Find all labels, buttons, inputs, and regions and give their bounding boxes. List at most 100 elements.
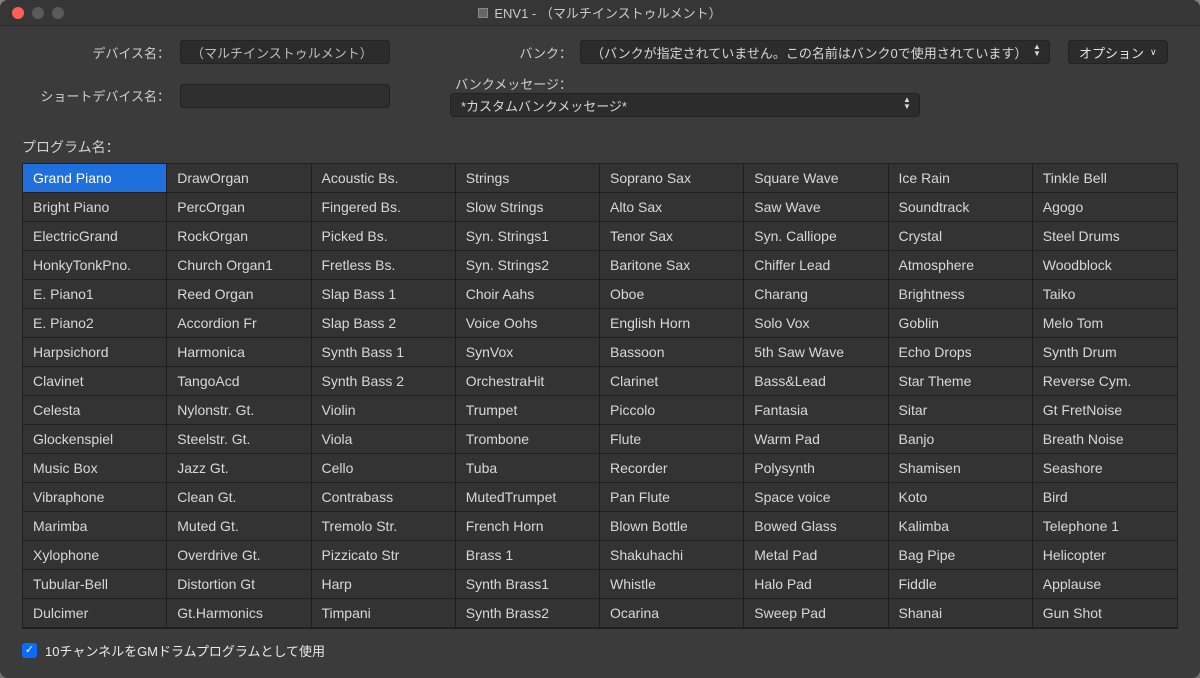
program-cell[interactable]: Bowed Glass xyxy=(744,512,888,541)
program-cell[interactable]: PercOrgan xyxy=(167,193,311,222)
program-cell[interactable]: Synth Bass 2 xyxy=(312,367,456,396)
program-cell[interactable]: Sitar xyxy=(889,396,1033,425)
program-cell[interactable]: Solo Vox xyxy=(744,309,888,338)
program-cell[interactable]: Harp xyxy=(312,570,456,599)
program-cell[interactable]: Xylophone xyxy=(23,541,167,570)
program-cell[interactable]: Star Theme xyxy=(889,367,1033,396)
program-cell[interactable]: Clarinet xyxy=(600,367,744,396)
program-cell[interactable]: Warm Pad xyxy=(744,425,888,454)
program-cell[interactable]: Helicopter xyxy=(1033,541,1177,570)
program-cell[interactable]: Sweep Pad xyxy=(744,599,888,628)
program-cell[interactable]: Harpsichord xyxy=(23,338,167,367)
program-cell[interactable]: Jazz Gt. xyxy=(167,454,311,483)
program-cell[interactable]: Clavinet xyxy=(23,367,167,396)
gm-drum-checkbox[interactable]: ✓ xyxy=(22,643,37,658)
program-cell[interactable]: Syn. Strings2 xyxy=(456,251,600,280)
program-cell[interactable]: Glockenspiel xyxy=(23,425,167,454)
program-cell[interactable]: Brightness xyxy=(889,280,1033,309)
program-cell[interactable]: Saw Wave xyxy=(744,193,888,222)
program-cell[interactable]: Ocarina xyxy=(600,599,744,628)
program-cell[interactable]: Viola xyxy=(312,425,456,454)
program-cell[interactable]: Synth Drum xyxy=(1033,338,1177,367)
program-cell[interactable]: E. Piano1 xyxy=(23,280,167,309)
program-cell[interactable]: Baritone Sax xyxy=(600,251,744,280)
minimize-icon[interactable] xyxy=(32,7,44,19)
program-cell[interactable]: Violin xyxy=(312,396,456,425)
program-cell[interactable]: Applause xyxy=(1033,570,1177,599)
program-cell[interactable]: Tremolo Str. xyxy=(312,512,456,541)
program-cell[interactable]: Agogo xyxy=(1033,193,1177,222)
program-cell[interactable]: Trombone xyxy=(456,425,600,454)
program-cell[interactable]: Strings xyxy=(456,164,600,193)
program-cell[interactable]: Distortion Gt xyxy=(167,570,311,599)
program-cell[interactable]: Tuba xyxy=(456,454,600,483)
program-cell[interactable]: French Horn xyxy=(456,512,600,541)
option-button[interactable]: オプション ∨ xyxy=(1068,40,1168,64)
program-cell[interactable]: Seashore xyxy=(1033,454,1177,483)
program-cell[interactable]: Bass&Lead xyxy=(744,367,888,396)
program-cell[interactable]: Bassoon xyxy=(600,338,744,367)
program-cell[interactable]: Accordion Fr xyxy=(167,309,311,338)
program-cell[interactable]: Echo Drops xyxy=(889,338,1033,367)
program-cell[interactable]: Banjo xyxy=(889,425,1033,454)
program-cell[interactable]: Oboe xyxy=(600,280,744,309)
program-cell[interactable]: Metal Pad xyxy=(744,541,888,570)
program-cell[interactable]: Breath Noise xyxy=(1033,425,1177,454)
program-cell[interactable]: Syn. Calliope xyxy=(744,222,888,251)
bank-message-select[interactable]: *カスタムバンクメッセージ* ▲▼ xyxy=(450,93,920,117)
program-cell[interactable]: Voice Oohs xyxy=(456,309,600,338)
program-cell[interactable]: Goblin xyxy=(889,309,1033,338)
program-cell[interactable]: Soundtrack xyxy=(889,193,1033,222)
program-cell[interactable]: Syn. Strings1 xyxy=(456,222,600,251)
program-cell[interactable]: Muted Gt. xyxy=(167,512,311,541)
program-cell[interactable]: Contrabass xyxy=(312,483,456,512)
program-cell[interactable]: Bag Pipe xyxy=(889,541,1033,570)
device-name-field[interactable]: （マルチインストゥルメント） xyxy=(180,40,390,64)
program-cell[interactable]: Steelstr. Gt. xyxy=(167,425,311,454)
program-cell[interactable]: Bright Piano xyxy=(23,193,167,222)
program-cell[interactable]: Synth Brass1 xyxy=(456,570,600,599)
program-cell[interactable]: Atmosphere xyxy=(889,251,1033,280)
program-cell[interactable]: 5th Saw Wave xyxy=(744,338,888,367)
program-cell[interactable]: Vibraphone xyxy=(23,483,167,512)
program-cell[interactable]: ElectricGrand xyxy=(23,222,167,251)
program-cell[interactable]: Fretless Bs. xyxy=(312,251,456,280)
program-cell[interactable]: Fantasia xyxy=(744,396,888,425)
program-cell[interactable]: Cello xyxy=(312,454,456,483)
program-cell[interactable]: Kalimba xyxy=(889,512,1033,541)
program-cell[interactable]: Acoustic Bs. xyxy=(312,164,456,193)
program-cell[interactable]: Taiko xyxy=(1033,280,1177,309)
program-cell[interactable]: Recorder xyxy=(600,454,744,483)
program-cell[interactable]: Synth Brass2 xyxy=(456,599,600,628)
program-cell[interactable]: Polysynth xyxy=(744,454,888,483)
program-cell[interactable]: Bird xyxy=(1033,483,1177,512)
program-cell[interactable]: Slow Strings xyxy=(456,193,600,222)
program-cell[interactable]: Pan Flute xyxy=(600,483,744,512)
program-cell[interactable]: Fingered Bs. xyxy=(312,193,456,222)
program-cell[interactable]: Grand Piano xyxy=(23,164,167,193)
program-cell[interactable]: Nylonstr. Gt. xyxy=(167,396,311,425)
program-cell[interactable]: DrawOrgan xyxy=(167,164,311,193)
program-cell[interactable]: Square Wave xyxy=(744,164,888,193)
program-cell[interactable]: Pizzicato Str xyxy=(312,541,456,570)
program-cell[interactable]: Chiffer Lead xyxy=(744,251,888,280)
program-cell[interactable]: Space voice xyxy=(744,483,888,512)
program-cell[interactable]: Slap Bass 2 xyxy=(312,309,456,338)
program-cell[interactable]: Celesta xyxy=(23,396,167,425)
program-cell[interactable]: RockOrgan xyxy=(167,222,311,251)
program-cell[interactable]: Whistle xyxy=(600,570,744,599)
program-cell[interactable]: Halo Pad xyxy=(744,570,888,599)
program-cell[interactable]: Shanai xyxy=(889,599,1033,628)
program-cell[interactable]: E. Piano2 xyxy=(23,309,167,338)
short-device-name-field[interactable] xyxy=(180,84,390,108)
program-cell[interactable]: Brass 1 xyxy=(456,541,600,570)
program-cell[interactable]: Overdrive Gt. xyxy=(167,541,311,570)
program-cell[interactable]: Tubular-Bell xyxy=(23,570,167,599)
program-cell[interactable]: Fiddle xyxy=(889,570,1033,599)
program-cell[interactable]: Reverse Cym. xyxy=(1033,367,1177,396)
program-cell[interactable]: TangoAcd xyxy=(167,367,311,396)
program-cell[interactable]: Reed Organ xyxy=(167,280,311,309)
program-cell[interactable]: Telephone 1 xyxy=(1033,512,1177,541)
bank-select[interactable]: （バンクが指定されていません。この名前はバンク0で使用されています） ▲▼ xyxy=(580,40,1050,64)
program-cell[interactable]: OrchestraHit xyxy=(456,367,600,396)
